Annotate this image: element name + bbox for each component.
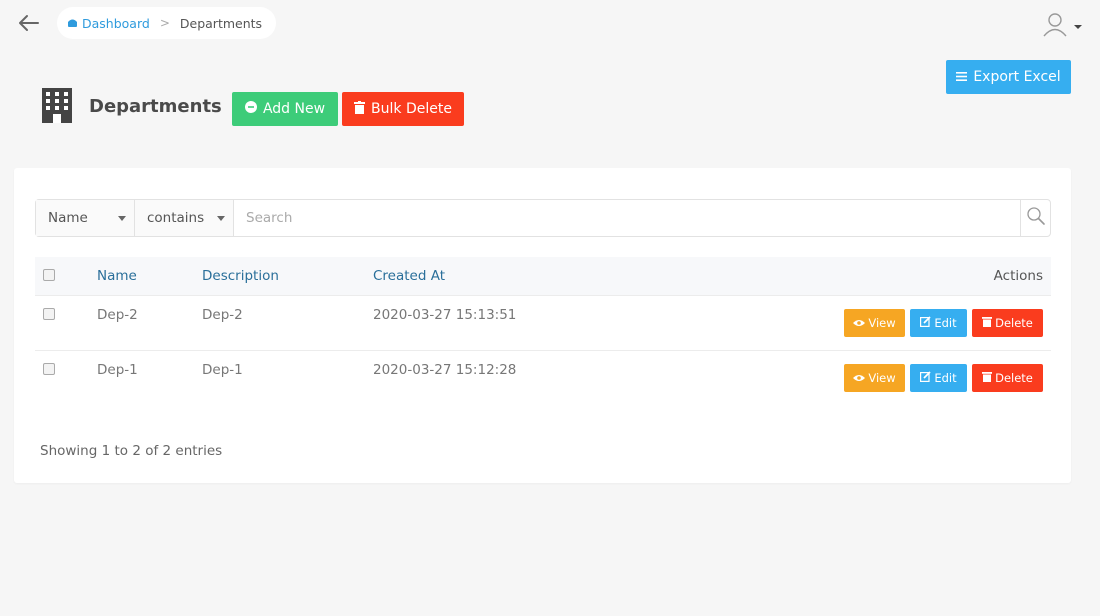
select-all-checkbox[interactable] (43, 269, 55, 281)
delete-label: Delete (995, 371, 1033, 385)
row-name: Dep-2 (97, 307, 138, 323)
trash-icon (982, 371, 993, 385)
edit-label: Edit (934, 316, 957, 330)
eye-icon (853, 371, 866, 385)
search-filter-bar: Name contains (35, 199, 1051, 237)
building-icon (41, 87, 73, 128)
view-label: View (868, 371, 896, 385)
header-name[interactable]: Name (97, 268, 137, 284)
add-new-label: Add New (262, 101, 326, 117)
edit-icon (920, 371, 931, 385)
edit-button[interactable]: Edit (910, 309, 967, 337)
filter-field-value: Name (48, 210, 88, 226)
export-excel-label: Export Excel (973, 69, 1061, 85)
caret-down-icon (217, 215, 225, 221)
delete-button[interactable]: Delete (972, 364, 1043, 392)
table-header: Name Description Created At Actions (35, 257, 1051, 296)
search-input[interactable] (234, 200, 1020, 236)
dashboard-icon (67, 16, 78, 31)
user-menu[interactable] (1041, 10, 1083, 42)
user-avatar-icon (1041, 10, 1069, 42)
bulk-delete-button[interactable]: Bulk Delete (342, 92, 464, 126)
row-checkbox[interactable] (43, 363, 55, 375)
row-actions: View Edit Delete (844, 364, 1043, 392)
header-created-at[interactable]: Created At (373, 268, 445, 284)
bulk-delete-label: Bulk Delete (371, 101, 452, 117)
breadcrumb-dashboard-label: Dashboard (82, 15, 150, 31)
departments-card: Name contains Name Description Created A… (14, 168, 1071, 483)
row-description: Dep-1 (202, 362, 243, 378)
header-description[interactable]: Description (202, 268, 279, 284)
table-info: Showing 1 to 2 of 2 entries (40, 443, 223, 459)
breadcrumb-current: Departments (179, 15, 263, 31)
add-new-button[interactable]: Add New (232, 92, 338, 126)
table-row: Dep-1 Dep-1 2020-03-27 15:12:28 View Edi… (35, 351, 1051, 406)
table-row: Dep-2 Dep-2 2020-03-27 15:13:51 View Edi… (35, 296, 1051, 351)
search-icon (1026, 206, 1046, 230)
caret-down-icon (118, 215, 126, 221)
trash-icon (354, 100, 366, 118)
breadcrumb-dashboard-link[interactable]: Dashboard (67, 16, 150, 31)
filter-operator-value: contains (147, 210, 205, 226)
departments-table: Name Description Created At Actions Dep-… (35, 257, 1051, 406)
eye-icon (853, 316, 866, 330)
row-checkbox[interactable] (43, 308, 55, 320)
view-button[interactable]: View (844, 364, 905, 392)
breadcrumb: Dashboard > Departments (57, 7, 277, 39)
delete-label: Delete (995, 316, 1033, 330)
row-name: Dep-1 (97, 362, 138, 378)
edit-icon (920, 316, 931, 330)
row-created-at: 2020-03-27 15:12:28 (373, 362, 517, 378)
delete-button[interactable]: Delete (972, 309, 1043, 337)
page-title: Departments (89, 96, 222, 117)
chevron-down-icon (1073, 17, 1083, 36)
back-arrow-icon[interactable] (16, 10, 42, 36)
trash-icon (982, 316, 993, 330)
edit-label: Edit (934, 371, 957, 385)
filter-operator-select[interactable]: contains (135, 200, 234, 236)
list-icon (956, 69, 968, 85)
export-excel-button[interactable]: Export Excel (946, 60, 1071, 94)
row-created-at: 2020-03-27 15:13:51 (373, 307, 517, 323)
view-button[interactable]: View (844, 309, 905, 337)
edit-button[interactable]: Edit (910, 364, 967, 392)
breadcrumb-separator: > (159, 16, 170, 30)
view-label: View (868, 316, 896, 330)
plus-circle-icon (244, 101, 257, 117)
top-bar: Dashboard > Departments (0, 0, 1100, 48)
row-actions: View Edit Delete (844, 309, 1043, 337)
filter-field-select[interactable]: Name (36, 200, 135, 236)
row-description: Dep-2 (202, 307, 243, 323)
search-button[interactable] (1020, 200, 1050, 236)
header-actions: Actions (993, 268, 1043, 284)
